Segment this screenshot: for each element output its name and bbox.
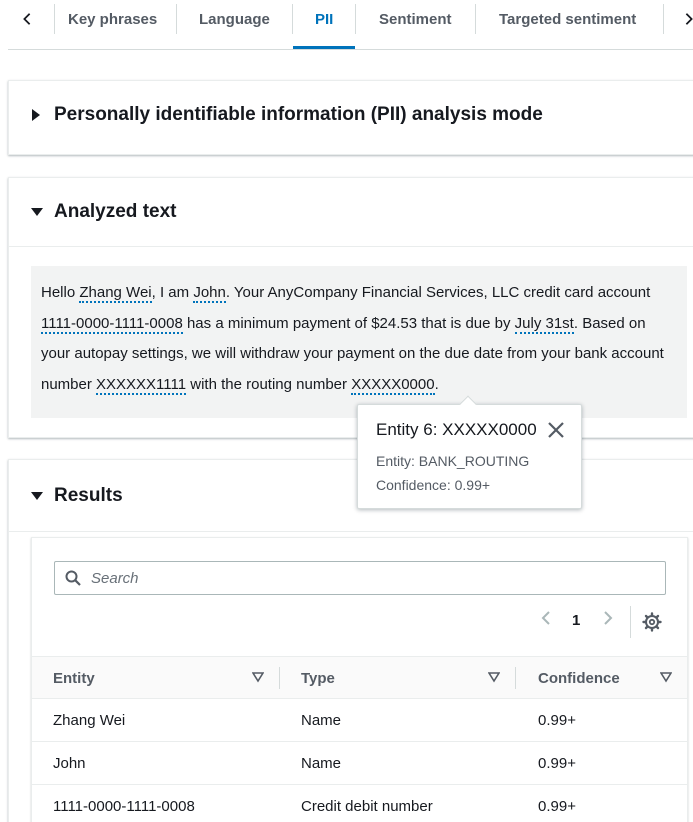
cell-entity: John xyxy=(53,755,86,772)
sort-icon[interactable] xyxy=(252,671,264,683)
cell-type: Name xyxy=(301,712,342,729)
column-header-type[interactable]: Type xyxy=(301,657,335,699)
entity-highlight[interactable]: John xyxy=(193,284,226,303)
column-separator xyxy=(515,667,516,689)
divider xyxy=(9,531,693,532)
pii-mode-panel: Personally identifiable information (PII… xyxy=(8,80,693,155)
tab-language[interactable]: Language xyxy=(199,0,270,38)
caret-down-icon xyxy=(31,492,43,500)
chevron-right-icon[interactable] xyxy=(601,610,615,626)
entity-highlight[interactable]: XXXXXX1111 xyxy=(96,375,187,395)
divider xyxy=(9,246,693,247)
panel-title: Results xyxy=(54,485,123,506)
divider xyxy=(630,606,631,638)
tab-separator xyxy=(355,4,356,34)
column-separator xyxy=(279,667,280,689)
tab-pii[interactable]: PII xyxy=(315,0,333,38)
sort-icon[interactable] xyxy=(660,671,672,683)
search-field[interactable] xyxy=(54,561,666,595)
table-row[interactable]: Zhang Wei Name 0.99+ xyxy=(32,699,687,742)
text-segment: Hello xyxy=(41,284,80,301)
analyzed-text-panel: Analyzed text Hello Zhang Wei, I am John… xyxy=(8,177,693,438)
analyzed-text: Hello Zhang Wei, I am John. Your AnyComp… xyxy=(31,266,687,418)
analyzed-text-panel-header[interactable]: Analyzed text xyxy=(9,178,693,246)
tab-bar: Key phrases Language PII Sentiment Targe… xyxy=(8,0,693,50)
column-header-entity[interactable]: Entity xyxy=(53,657,95,699)
cell-entity: 1111-0000-1111-0008 xyxy=(53,798,195,815)
cell-confidence: 0.99+ xyxy=(538,798,576,815)
caret-right-icon xyxy=(32,109,40,121)
text-segment: . xyxy=(434,375,439,393)
results-panel-header[interactable]: Results xyxy=(9,460,693,532)
panel-title: Personally identifiable information (PII… xyxy=(54,104,543,125)
cell-type: Name xyxy=(301,755,342,772)
column-header-confidence[interactable]: Confidence xyxy=(538,657,620,699)
tab-separator xyxy=(176,4,177,34)
tab-targeted-sentiment[interactable]: Targeted sentiment xyxy=(499,0,636,38)
popover-title: Entity 6: XXXXX0000 xyxy=(376,420,537,439)
table-row[interactable]: 1111-0000-1111-0008 Credit debit number … xyxy=(32,785,687,822)
panel-title: Analyzed text xyxy=(54,201,177,222)
cell-type: Credit debit number xyxy=(301,798,433,815)
close-icon[interactable] xyxy=(547,421,565,439)
chevron-right-icon[interactable] xyxy=(674,0,693,38)
popover-confidence: Confidence: 0.99+ xyxy=(376,477,491,493)
tab-key-phrases[interactable]: Key phrases xyxy=(68,0,157,38)
entity-highlight[interactable]: Zhang Wei xyxy=(79,284,152,303)
cell-confidence: 0.99+ xyxy=(538,755,576,772)
pii-mode-panel-header[interactable]: Personally identifiable information (PII… xyxy=(9,81,693,149)
text-segment: has a minimum payment of $24.53 that is … xyxy=(182,314,515,332)
results-panel: Results 1 E xyxy=(8,459,693,822)
chevron-left-icon[interactable] xyxy=(12,0,42,38)
cell-entity: Zhang Wei xyxy=(53,712,126,729)
caret-down-icon xyxy=(31,208,43,216)
tab-separator xyxy=(663,4,664,34)
tab-sentiment[interactable]: Sentiment xyxy=(379,0,452,38)
text-segment: with the routing number xyxy=(186,375,352,393)
chevron-left-icon[interactable] xyxy=(539,610,553,626)
entity-popover: Entity 6: XXXXX0000 Entity: BANK_ROUTING… xyxy=(357,395,582,509)
entity-highlight[interactable]: July 31st xyxy=(514,314,574,334)
sort-icon[interactable] xyxy=(488,671,500,683)
table-header: Entity Type Confidence xyxy=(32,656,687,699)
tab-separator xyxy=(54,4,55,34)
tab-separator xyxy=(292,4,293,34)
search-input[interactable] xyxy=(91,569,631,587)
table-row[interactable]: John Name 0.99+ xyxy=(32,742,687,785)
cell-confidence: 0.99+ xyxy=(538,712,576,729)
entity-highlight[interactable]: 1111-0000-1111-0008 xyxy=(41,314,183,334)
text-segment: , I am xyxy=(151,284,194,301)
popover-entity-type: Entity: BANK_ROUTING xyxy=(376,453,530,469)
tab-separator xyxy=(475,4,476,34)
active-tab-indicator xyxy=(293,46,355,49)
search-icon xyxy=(65,570,81,586)
entity-highlight[interactable]: XXXXX0000 xyxy=(351,375,435,395)
gear-icon[interactable] xyxy=(642,612,662,632)
results-table: 1 Entity Type Confidence Zha xyxy=(31,537,688,822)
page-number[interactable]: 1 xyxy=(572,612,580,629)
text-segment: . Your AnyCompany Financial Services, LL… xyxy=(225,284,651,301)
